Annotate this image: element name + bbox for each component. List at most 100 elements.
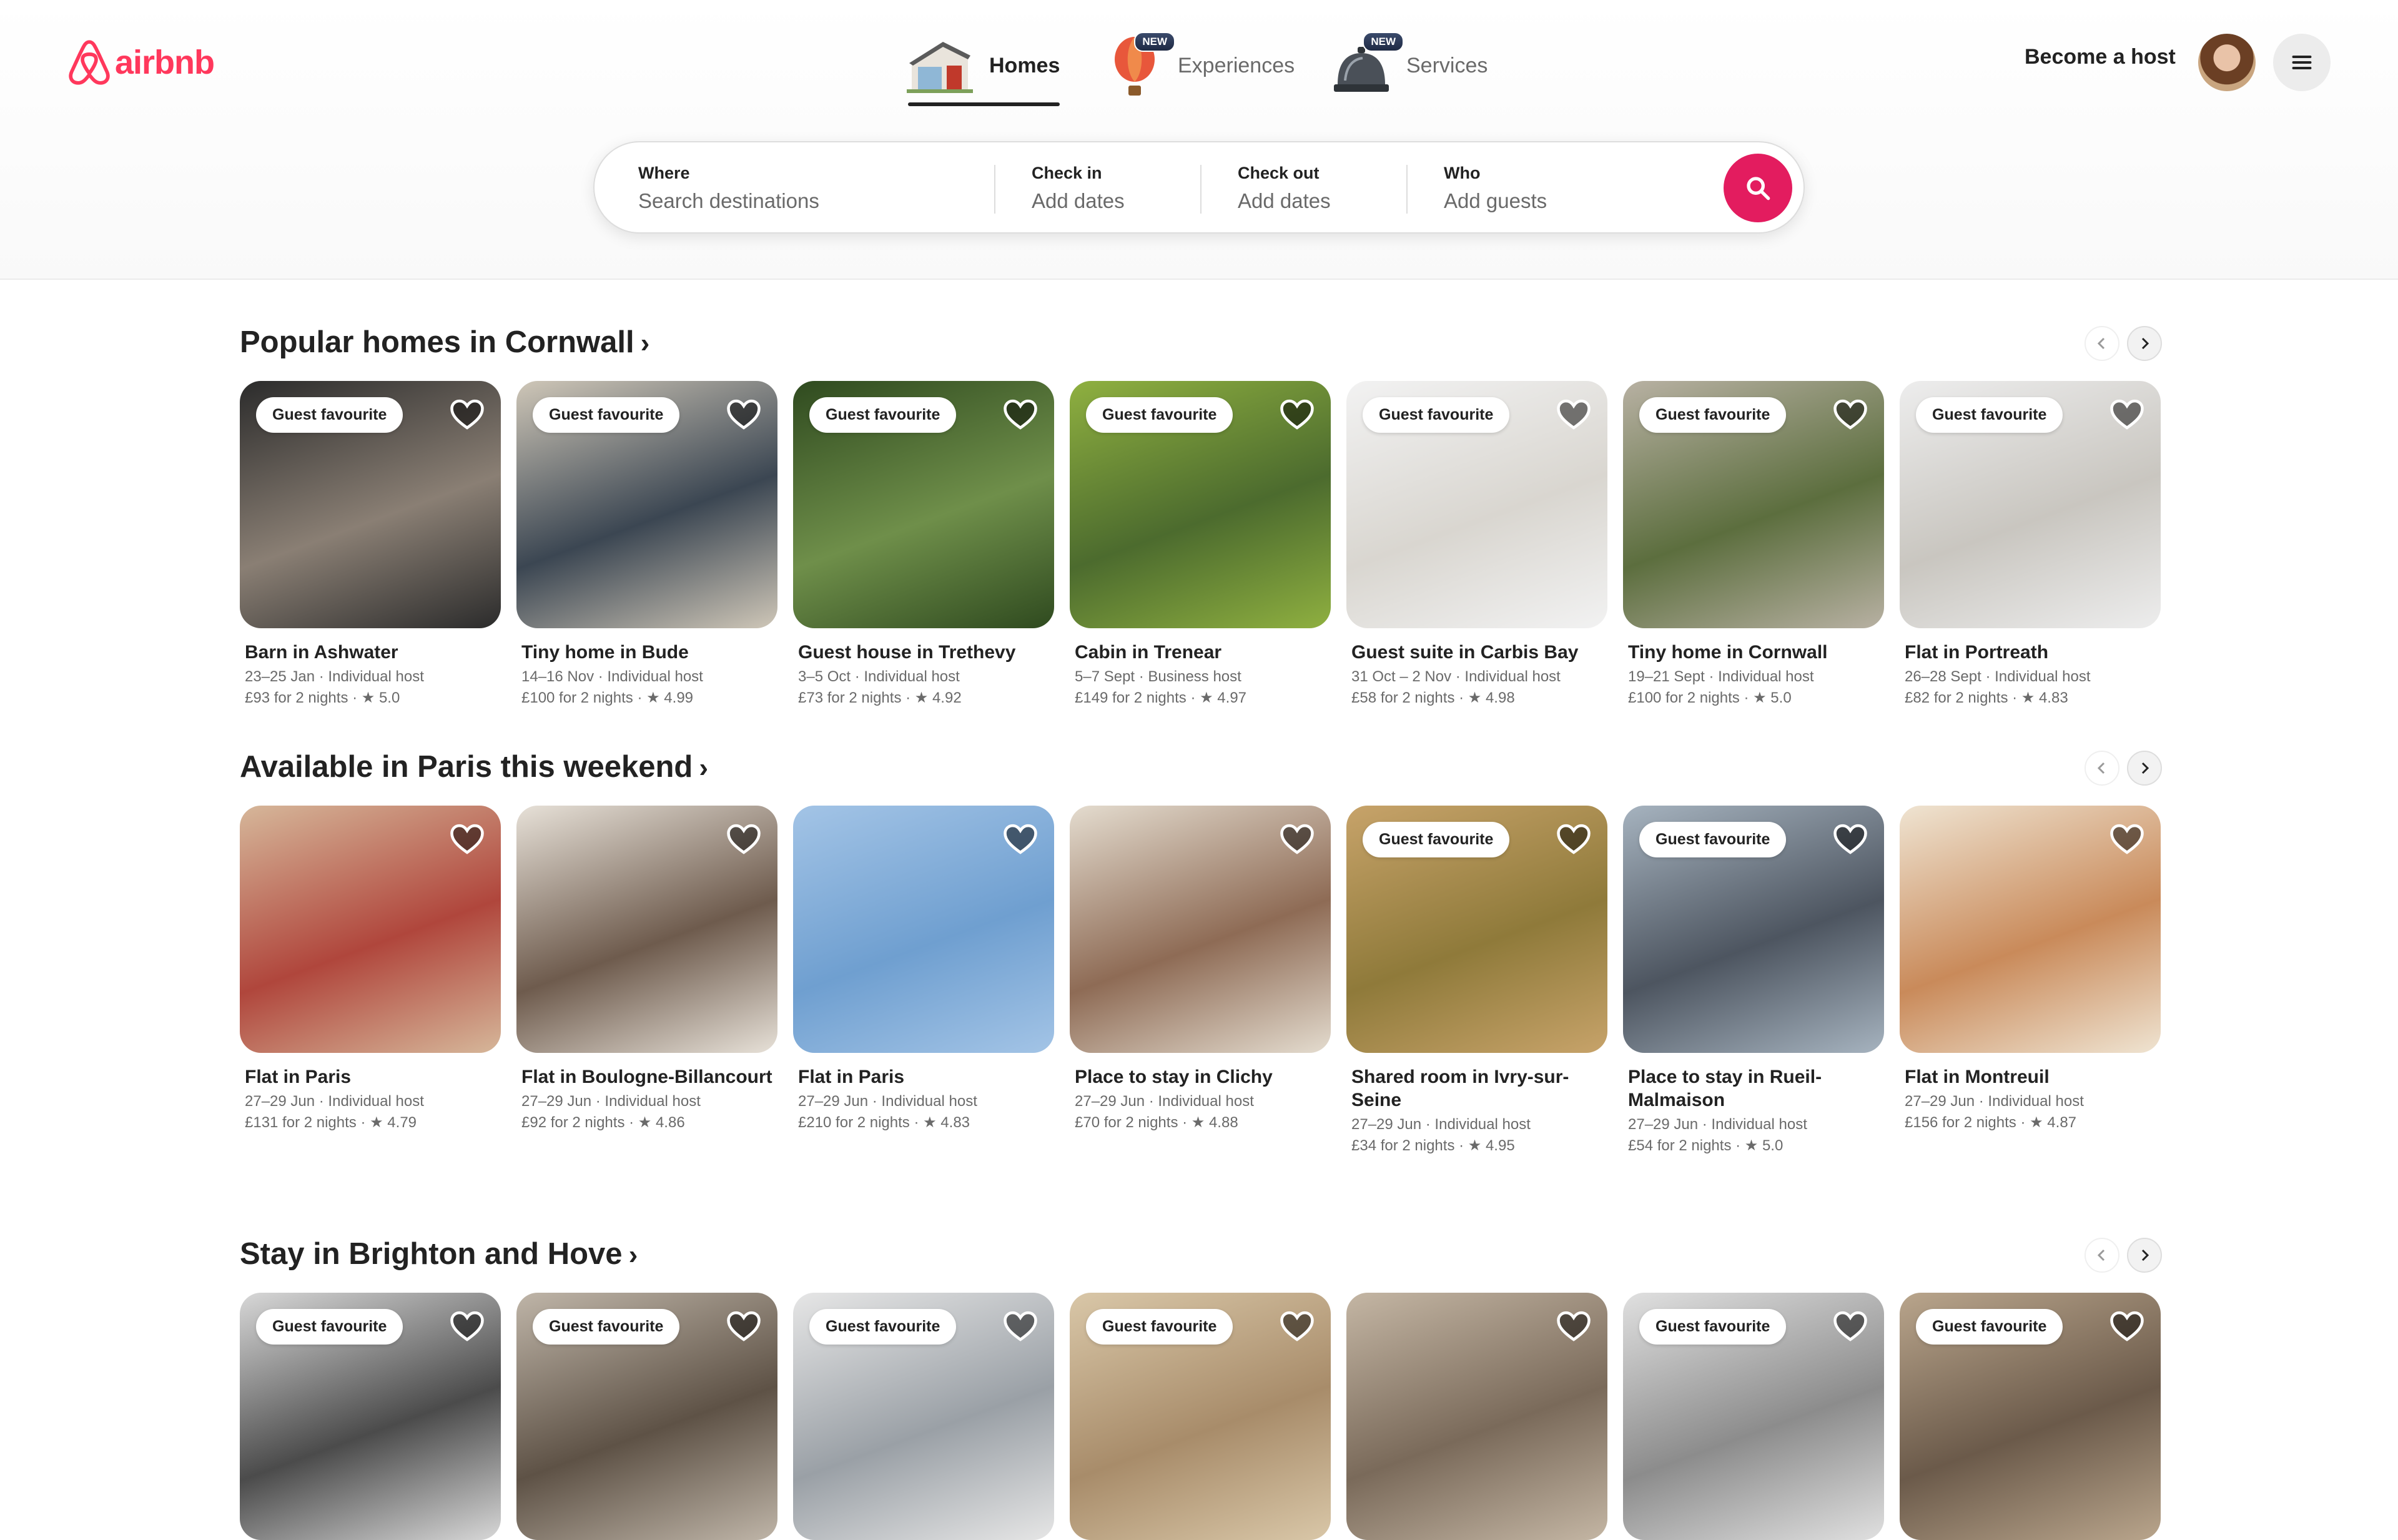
- listing-photo[interactable]: Guest favourite: [1070, 1293, 1331, 1540]
- heart-icon[interactable]: [1003, 397, 1038, 432]
- search-checkout[interactable]: Check out Add dates: [1238, 164, 1331, 213]
- where-input[interactable]: Search destinations: [638, 189, 819, 213]
- listing-photo[interactable]: Guest favourite: [240, 381, 501, 628]
- heart-icon[interactable]: [450, 1309, 485, 1344]
- heart-icon[interactable]: [2109, 822, 2144, 857]
- tab-services[interactable]: NEW Services: [1331, 25, 1488, 106]
- listing-card[interactable]: Flat in Paris 27–29 Jun · Individual host…: [240, 806, 501, 1157]
- listing-dates-host: 27–29 Jun · Individual host: [1351, 1116, 1531, 1133]
- listing-photo[interactable]: [1070, 806, 1331, 1053]
- search-checkin[interactable]: Check in Add dates: [1032, 164, 1125, 213]
- listing-photo[interactable]: Guest favourite: [1900, 381, 2161, 628]
- listing-card[interactable]: Guest favourite Guest house in Trethevy 3–…: [793, 381, 1054, 709]
- listing-card[interactable]: Guest favourite Flat in Portreath 26–28 Se…: [1900, 381, 2161, 709]
- guest-favourite-badge: Guest favourite: [533, 1309, 680, 1345]
- heart-icon[interactable]: [1556, 822, 1591, 857]
- listing-card[interactable]: Guest favourite Barn in Ashwater 23–25 Jan…: [240, 381, 501, 709]
- heart-icon[interactable]: [450, 822, 485, 857]
- listing-card[interactable]: Guest favourite Shared room in Ivry-sur-S…: [1346, 806, 1607, 1157]
- listing-title: Guest suite in Carbis Bay: [1351, 642, 1579, 663]
- listing-card[interactable]: Guest favourite: [240, 1293, 501, 1540]
- listing-card[interactable]: Guest favourite Tiny home in Bude 14–16 No…: [516, 381, 777, 709]
- heart-icon[interactable]: [726, 822, 761, 857]
- listing-card[interactable]: [1346, 1293, 1607, 1540]
- heart-icon[interactable]: [1833, 397, 1868, 432]
- section-title[interactable]: Available in Paris this weekend ›: [240, 749, 708, 784]
- scroll-next-button[interactable]: [2127, 326, 2162, 361]
- who-value: Add guests: [1444, 189, 1547, 212]
- become-host-link[interactable]: Become a host: [2025, 45, 2176, 69]
- heart-icon[interactable]: [726, 397, 761, 432]
- heart-icon[interactable]: [1833, 1309, 1868, 1344]
- listing-card[interactable]: Guest favourite: [1900, 1293, 2161, 1540]
- checkin-label: Check in: [1032, 164, 1102, 182]
- avatar[interactable]: [2198, 34, 2256, 91]
- listing-photo[interactable]: Guest favourite: [1900, 1293, 2161, 1540]
- scroll-prev-button[interactable]: [2085, 1238, 2119, 1273]
- search-where[interactable]: Where Search destinations: [638, 164, 819, 213]
- listing-photo[interactable]: [793, 806, 1054, 1053]
- heart-icon[interactable]: [2109, 1309, 2144, 1344]
- heart-icon[interactable]: [1280, 397, 1315, 432]
- heart-icon[interactable]: [2109, 397, 2144, 432]
- airbnb-logo[interactable]: airbnb: [67, 39, 215, 86]
- listing-photo[interactable]: [1900, 806, 2161, 1053]
- listing-card[interactable]: Flat in Montreuil 27–29 Jun · Individual …: [1900, 806, 2161, 1157]
- section-title[interactable]: Popular homes in Cornwall ›: [240, 325, 649, 360]
- listing-photo[interactable]: [240, 806, 501, 1053]
- search-who[interactable]: Who Add guests: [1444, 164, 1547, 213]
- listing-card[interactable]: Flat in Boulogne-Billancourt 27–29 Jun · …: [516, 806, 777, 1157]
- scroll-prev-button[interactable]: [2085, 326, 2119, 361]
- section-title[interactable]: Stay in Brighton and Hove ›: [240, 1236, 638, 1271]
- scroll-next-button[interactable]: [2127, 751, 2162, 786]
- listing-card[interactable]: Place to stay in Clichy 27–29 Jun · Indiv…: [1070, 806, 1331, 1157]
- new-badge: NEW: [1363, 32, 1404, 52]
- guest-favourite-badge: Guest favourite: [1086, 397, 1233, 433]
- listing-photo[interactable]: [516, 806, 777, 1053]
- search-button[interactable]: [1724, 154, 1792, 222]
- scroll-prev-button[interactable]: [2085, 751, 2119, 786]
- listing-photo[interactable]: [1346, 1293, 1607, 1540]
- listing-photo[interactable]: Guest favourite: [1346, 806, 1607, 1053]
- listing-carousel: Guest favourite Barn in Ashwater 23–25 Jan…: [240, 381, 2161, 709]
- heart-icon[interactable]: [1556, 1309, 1591, 1344]
- heart-icon[interactable]: [1556, 397, 1591, 432]
- heart-icon[interactable]: [1280, 822, 1315, 857]
- listing-photo[interactable]: Guest favourite: [1070, 381, 1331, 628]
- listing-photo[interactable]: Guest favourite: [1623, 381, 1884, 628]
- listing-card[interactable]: Guest favourite Guest suite in Carbis Bay…: [1346, 381, 1607, 709]
- tab-homes[interactable]: Homes: [905, 25, 1060, 106]
- scroll-next-button[interactable]: [2127, 1238, 2162, 1273]
- chevron-right-icon: ›: [699, 753, 708, 783]
- listing-card[interactable]: Guest favourite: [1070, 1293, 1331, 1540]
- section-title-text: Stay in Brighton and Hove: [240, 1237, 623, 1271]
- listing-dates-host: 27–29 Jun · Individual host: [1075, 1093, 1254, 1110]
- hamburger-icon: [2292, 56, 2312, 69]
- search-bar: Where Search destinations Check in Add d…: [593, 141, 1805, 234]
- listing-card[interactable]: Guest favourite Cabin in Trenear 5–7 Sept …: [1070, 381, 1331, 709]
- listing-card[interactable]: Guest favourite: [1623, 1293, 1884, 1540]
- listing-card[interactable]: Flat in Paris 27–29 Jun · Individual host…: [793, 806, 1054, 1157]
- listing-card[interactable]: Guest favourite Tiny home in Cornwall 19–2…: [1623, 381, 1884, 709]
- listing-photo[interactable]: Guest favourite: [793, 381, 1054, 628]
- listing-photo[interactable]: Guest favourite: [793, 1293, 1054, 1540]
- listing-photo[interactable]: Guest favourite: [240, 1293, 501, 1540]
- heart-icon[interactable]: [1833, 822, 1868, 857]
- listing-photo[interactable]: Guest favourite: [1346, 381, 1607, 628]
- listing-title: Place to stay in Rueil-Malmaison: [1628, 1067, 1822, 1110]
- heart-icon[interactable]: [450, 397, 485, 432]
- listing-card[interactable]: Guest favourite: [793, 1293, 1054, 1540]
- listing-photo[interactable]: Guest favourite: [516, 381, 777, 628]
- heart-icon[interactable]: [1280, 1309, 1315, 1344]
- heart-icon[interactable]: [726, 1309, 761, 1344]
- listing-photo[interactable]: Guest favourite: [1623, 806, 1884, 1053]
- listing-photo[interactable]: Guest favourite: [1623, 1293, 1884, 1540]
- listing-price-rating: £149 for 2 nights · ★ 4.97: [1075, 689, 1247, 706]
- listing-card[interactable]: Guest favourite Place to stay in Rueil-Ma…: [1623, 806, 1884, 1157]
- heart-icon[interactable]: [1003, 1309, 1038, 1344]
- heart-icon[interactable]: [1003, 822, 1038, 857]
- listing-card[interactable]: Guest favourite: [516, 1293, 777, 1540]
- listing-photo[interactable]: Guest favourite: [516, 1293, 777, 1540]
- tab-experiences[interactable]: NEW Experiences: [1107, 25, 1295, 106]
- menu-button[interactable]: [2273, 34, 2331, 91]
